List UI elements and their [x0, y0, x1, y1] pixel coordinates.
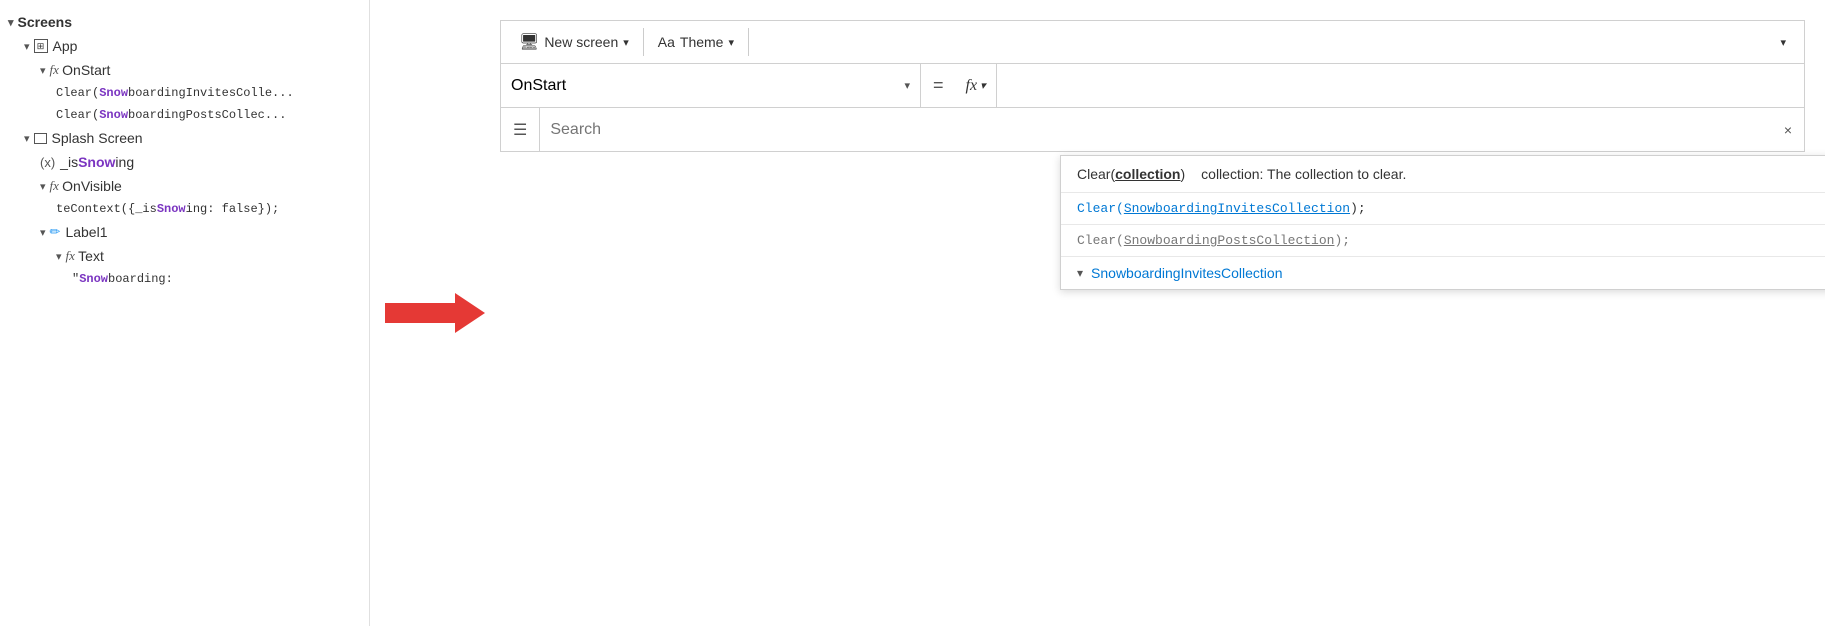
toolbar-divider-1: [643, 28, 644, 56]
hamburger-symbol: ☰: [513, 120, 527, 140]
clear-posts-code: Clear(SnowboardingPostsCollec...: [56, 108, 286, 122]
onstart-label: OnStart: [62, 62, 110, 78]
onstart-chevron: ▾: [40, 64, 46, 77]
clear-invites-code: Clear(SnowboardingInvitesColle...: [56, 86, 294, 100]
search-bar: ☰ ×: [500, 108, 1805, 152]
formula-bar: OnStart ▾ = fx ▾: [500, 64, 1805, 108]
toolbar-dropdown-chevron: ▾: [1780, 36, 1786, 49]
search-input[interactable]: [540, 121, 1771, 139]
hamburger-icon[interactable]: ☰: [501, 108, 540, 151]
app-label: App: [53, 38, 78, 54]
code-semicolon1: );: [1350, 201, 1366, 216]
fx-icon-onvisible: fx: [50, 178, 63, 194]
label1-chevron: ▾: [40, 226, 46, 239]
new-screen-label: New screen: [544, 34, 618, 50]
fx-icon-text: fx: [66, 248, 79, 264]
property-chevron: ▾: [904, 79, 910, 92]
theme-label: Theme: [680, 34, 724, 50]
theme-chevron: ▾: [728, 36, 734, 49]
var-parens: (x): [40, 155, 55, 170]
autocomplete-code-line2: Clear(SnowboardingPostsCollection);: [1061, 225, 1825, 257]
screens-section[interactable]: ▾ Screens: [0, 10, 369, 34]
theme-icon: Aa: [658, 34, 675, 50]
app-chevron: ▾: [24, 40, 30, 53]
new-screen-chevron: ▾: [623, 36, 629, 49]
property-selector[interactable]: OnStart ▾: [501, 64, 921, 107]
arrow-area: [370, 0, 500, 626]
screens-chevron: ▾: [8, 16, 14, 29]
text-label: Text: [78, 248, 104, 264]
search-clear-button[interactable]: ×: [1772, 122, 1804, 138]
fx-chevron: ▾: [980, 79, 986, 92]
tecontext-code: teContext({_isSnowing: false});: [56, 202, 279, 216]
splash-screen-item[interactable]: ▾ Splash Screen: [0, 126, 369, 150]
snowboarding-code: "Snowboarding:: [72, 272, 173, 286]
clear-invites-item[interactable]: Clear(SnowboardingInvitesColle...: [0, 82, 369, 104]
param-highlight: collection: [1115, 166, 1180, 182]
fx-formula-label: fx: [966, 77, 978, 95]
splash-screen-label: Splash Screen: [52, 130, 143, 146]
app-icon: ⊞: [34, 39, 48, 53]
onvisible-item[interactable]: ▾ fx OnVisible: [0, 174, 369, 198]
theme-button[interactable]: Aa Theme ▾: [648, 30, 744, 54]
code-line2-text: Clear(SnowboardingPostsCollection);: [1077, 233, 1350, 248]
autocomplete-panel: Clear(collection) collection: The collec…: [1060, 155, 1825, 290]
clear-posts-item[interactable]: Clear(SnowboardingPostsCollec...: [0, 104, 369, 126]
toolbar-divider-2: [748, 28, 749, 56]
toolbar-dropdown-button[interactable]: ▾: [1770, 32, 1796, 53]
tecontext-item[interactable]: teContext({_isSnowing: false});: [0, 198, 369, 220]
item-chevron-icon: ▾: [1077, 266, 1083, 280]
toolbar-right: ▾: [753, 32, 1796, 53]
text-item[interactable]: ▾ fx Text: [0, 244, 369, 268]
red-arrow: [385, 293, 485, 333]
screen-icon: [34, 133, 47, 144]
new-screen-button[interactable]: 🖥 New screen ▾: [509, 28, 639, 56]
selected-property: OnStart: [511, 77, 566, 95]
issnowing-label: _isSnowing: [60, 154, 134, 170]
monitor-icon: 🖥: [519, 32, 539, 52]
code-collection1: SnowboardingInvitesCollection: [1124, 201, 1350, 216]
autocomplete-header: Clear(collection) collection: The collec…: [1061, 156, 1825, 193]
main-area: 🖥 New screen ▾ Aa Theme ▾ ▾ OnStart ▾ = …: [500, 0, 1825, 626]
label1-icon: ✏: [50, 224, 61, 240]
autocomplete-description: collection: The collection to clear.: [1201, 166, 1406, 182]
splash-chevron: ▾: [24, 132, 30, 145]
autocomplete-item[interactable]: ▾ SnowboardingInvitesCollection Data typ…: [1061, 257, 1825, 289]
onvisible-chevron: ▾: [40, 180, 46, 193]
code-func-name1: Clear(: [1077, 201, 1124, 216]
autocomplete-func-signature: Clear(collection): [1077, 166, 1185, 182]
label1-item[interactable]: ▾ ✏ Label1: [0, 220, 369, 244]
toolbar: 🖥 New screen ▾ Aa Theme ▾ ▾: [500, 20, 1805, 64]
onstart-item[interactable]: ▾ fx OnStart: [0, 58, 369, 82]
autocomplete-item-name: SnowboardingInvitesCollection: [1091, 265, 1825, 281]
autocomplete-code-line1: Clear(SnowboardingInvitesCollection);: [1061, 193, 1825, 225]
equals-sign: =: [921, 75, 956, 96]
fx-formula-button[interactable]: fx ▾: [956, 64, 997, 107]
fx-icon-onstart: fx: [50, 62, 63, 78]
arrow-body: [385, 303, 455, 323]
arrow-head: [455, 293, 485, 333]
left-panel: ▾ Screens ▾ ⊞ App ▾ fx OnStart Clear(Sno…: [0, 0, 370, 626]
issnowing-item[interactable]: (x) _isSnowing: [0, 150, 369, 174]
screens-label: Screens: [18, 14, 72, 30]
snowboarding-text-item[interactable]: "Snowboarding:: [0, 268, 369, 290]
text-chevron: ▾: [56, 250, 62, 263]
onvisible-label: OnVisible: [62, 178, 122, 194]
label1-label: Label1: [65, 224, 107, 240]
app-item[interactable]: ▾ ⊞ App: [0, 34, 369, 58]
